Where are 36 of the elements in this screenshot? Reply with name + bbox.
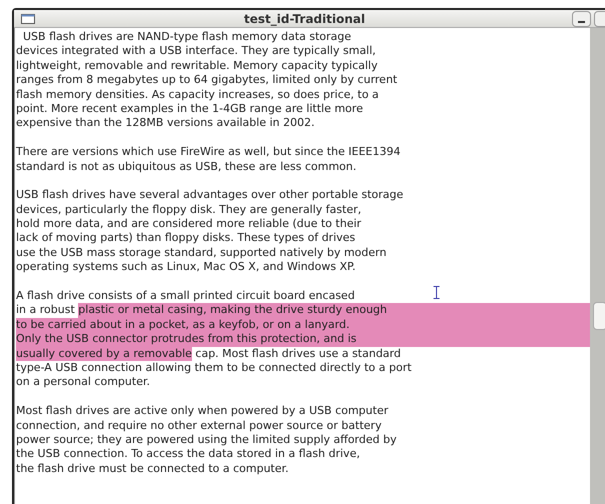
window-title: test_id-Traditional bbox=[244, 10, 366, 28]
text-line: USB flash drives have several advantages over other portable storage bbox=[16, 188, 404, 203]
scrollbar[interactable] bbox=[590, 28, 605, 504]
window-icon bbox=[21, 14, 35, 24]
text-area[interactable] bbox=[14, 28, 590, 504]
text-line: point. More recent examples in the 1-4GB range are little more bbox=[16, 102, 363, 116]
text-line: ranges from 8 megabytes up to 64 gigabytes, limited only by current bbox=[16, 73, 398, 88]
selected-text: usually covered by a removable bbox=[16, 346, 192, 361]
scrollbar-thumb[interactable] bbox=[593, 302, 605, 330]
text-line: lack of moving parts) than floppy disks. These types of drives bbox=[16, 231, 356, 246]
selected-text: to be carried about in a pocket, as a keyfob, or on a lanyard. bbox=[16, 318, 350, 332]
text-line: devices integrated with a USB interface. They are typically small, bbox=[16, 44, 376, 59]
text-line: flash memory densities. As capacity increases, so does price, to a bbox=[16, 88, 379, 102]
text-line: use the USB mass storage standard, supported natively by modern bbox=[16, 246, 386, 260]
text-line: standard is not as ubiquitous as USB, these are less common. bbox=[16, 160, 356, 174]
text-line: hold more data, and are considered more reliable (due to their bbox=[16, 217, 362, 232]
text-line: Most flash drives are active only when powered by a USB computer bbox=[16, 404, 388, 419]
text-line: lightweight, removable and rewritable. Memory capacity typically bbox=[16, 58, 378, 74]
text-line: power source; they are powered using the limited supply afforded by bbox=[16, 432, 397, 448]
text-line: expensive than the 128MB versions available in 2002. bbox=[16, 116, 315, 131]
text-line: the flash drive must be connected to a computer. bbox=[16, 462, 289, 476]
selected-text: plastic or metal casing, making the drive sturdy enough bbox=[78, 303, 388, 318]
text-line: the USB connection. To access the data stored in a flash drive, bbox=[16, 447, 360, 462]
text-line: connection, and require no other external power source or battery bbox=[16, 418, 382, 433]
selected-text: Only the USB connector protrudes from this protection, and is bbox=[16, 332, 357, 347]
text-line: A flash drive consists of a small printed circuit board encased bbox=[16, 289, 355, 304]
text-line: devices, particularly the floppy disk. They are generally faster, bbox=[16, 202, 362, 218]
text-cursor-icon bbox=[433, 286, 440, 299]
text-line: operating systems such as Linux, Mac OS X, and Windows XP. bbox=[16, 260, 356, 275]
text-line: type-A USB connection allowing them to be connected directly to a port bbox=[16, 360, 412, 376]
text-line: cap. Most flash drives use a standard bbox=[194, 346, 401, 361]
minimize-button[interactable] bbox=[572, 11, 591, 27]
text-line: USB flash drives are NAND-type flash memory data storage bbox=[22, 30, 352, 44]
text-line: on a personal computer. bbox=[16, 375, 150, 390]
text-line: There are versions which use FireWire as well, but since the IEEE1394 bbox=[16, 145, 400, 160]
text-line: in a robust bbox=[16, 303, 76, 318]
